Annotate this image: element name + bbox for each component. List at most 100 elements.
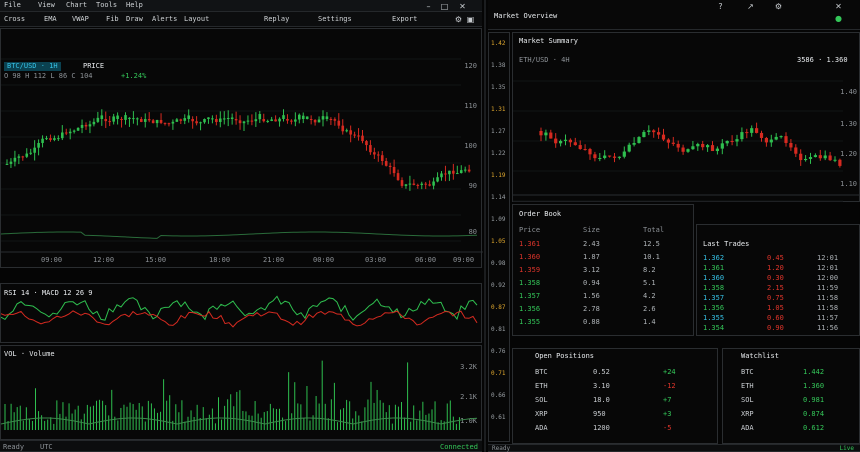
- candle-body: [313, 119, 317, 123]
- candle-body: [230, 117, 234, 119]
- table-cell[interactable]: 1.362: [703, 255, 724, 262]
- price-axis-label: 120: [464, 62, 477, 70]
- table-cell[interactable]: XRP: [535, 411, 548, 418]
- trades-panel: Last Trades 1.362 0.45 12:01 1.361 1.20 12:01…: [696, 224, 860, 336]
- table-cell: 18.0: [593, 396, 610, 404]
- candle-body: [828, 155, 832, 161]
- toolbar-fib[interactable]: Fib: [106, 16, 119, 23]
- close-icon[interactable]: ✕: [834, 2, 843, 11]
- table-cell[interactable]: 1.356: [519, 306, 540, 313]
- toolbar-ema[interactable]: EMA: [44, 16, 57, 23]
- candle-body: [706, 145, 710, 148]
- table-cell: 1.05: [767, 304, 784, 312]
- menu-item[interactable]: Tools: [96, 2, 117, 9]
- camera-icon[interactable]: ▣: [466, 15, 475, 24]
- candle-body: [657, 132, 661, 135]
- table-cell[interactable]: 1.360: [703, 275, 724, 282]
- candle-body: [404, 184, 408, 186]
- candle-body: [167, 123, 171, 125]
- expand-icon[interactable]: ↗: [746, 2, 755, 11]
- volume-chart[interactable]: [1, 346, 483, 441]
- indicator-chart[interactable]: [1, 284, 483, 344]
- table-cell: -12: [663, 382, 676, 390]
- settings-icon[interactable]: ⚙: [774, 2, 783, 11]
- table-cell[interactable]: BTC: [741, 369, 754, 376]
- candle-body: [72, 130, 76, 132]
- table-cell[interactable]: 1.356: [703, 305, 724, 312]
- table-cell[interactable]: 1.355: [519, 319, 540, 326]
- table-cell[interactable]: BTC: [535, 369, 548, 376]
- candle-body: [215, 119, 218, 122]
- summary-chart[interactable]: [513, 33, 860, 203]
- candle-body: [159, 119, 163, 123]
- summary-axis-label: 1.40: [840, 88, 857, 96]
- time-axis-label: 09:00: [41, 256, 63, 264]
- price-axis-label: 110: [464, 102, 477, 110]
- left-status-bar: Ready UTC Connected: [0, 440, 482, 452]
- side-value: 1.14: [491, 194, 506, 201]
- toolbar-export[interactable]: Export: [392, 16, 417, 23]
- pin-icon[interactable]: ●: [834, 14, 843, 23]
- table-cell[interactable]: ETH: [535, 383, 548, 390]
- table-cell[interactable]: 1.361: [703, 265, 724, 272]
- candle-body: [108, 121, 111, 123]
- table-cell: 8.2: [643, 266, 656, 274]
- menu-item[interactable]: Help: [126, 2, 143, 9]
- candle-body: [274, 119, 277, 122]
- toolbar-alerts[interactable]: Alerts: [152, 16, 177, 23]
- table-cell[interactable]: 1.357: [703, 295, 724, 302]
- candle-body: [384, 161, 388, 166]
- toolbar-replay[interactable]: Replay: [264, 16, 289, 23]
- table-cell[interactable]: 1.360: [519, 254, 540, 261]
- candle-body: [388, 165, 392, 167]
- window-divider[interactable]: [484, 0, 486, 452]
- toolbar-vwap[interactable]: VWAP: [72, 16, 89, 23]
- candle-body: [573, 142, 577, 146]
- table-cell[interactable]: SOL: [535, 397, 548, 404]
- toolbar-cross[interactable]: Cross: [4, 16, 25, 23]
- candle-body: [258, 114, 262, 120]
- minimize-icon[interactable]: –: [424, 2, 433, 11]
- candle-body: [132, 118, 135, 120]
- candle-body: [222, 118, 226, 120]
- indicator-line: [1, 310, 478, 328]
- table-cell[interactable]: 1.358: [703, 285, 724, 292]
- table-cell[interactable]: 1.359: [519, 267, 540, 274]
- toolbar-settings[interactable]: Settings: [318, 16, 352, 23]
- table-cell[interactable]: ADA: [535, 425, 548, 432]
- table-cell[interactable]: SOL: [741, 397, 754, 404]
- table-cell[interactable]: 1.354: [703, 325, 724, 332]
- table-cell[interactable]: 1.358: [519, 280, 540, 287]
- table-cell[interactable]: 1.361: [519, 241, 540, 248]
- order-book-col: Size: [583, 226, 600, 234]
- close-icon[interactable]: ✕: [458, 2, 467, 11]
- candle-body: [92, 121, 96, 125]
- order-book-col: Price: [519, 226, 541, 234]
- status-text: Ready: [3, 443, 25, 451]
- candle-body: [211, 118, 214, 120]
- toolbar-layout[interactable]: Layout: [184, 16, 209, 23]
- table-cell: 1.4: [643, 318, 656, 326]
- right-status-bar: Ready Live: [488, 444, 860, 452]
- candle-body: [408, 183, 412, 185]
- settings-icon[interactable]: ⚙: [454, 15, 463, 24]
- table-cell[interactable]: 1.355: [703, 315, 724, 322]
- toolbar-draw[interactable]: Draw: [126, 16, 143, 23]
- maximize-icon[interactable]: □: [440, 2, 449, 11]
- candle-body: [234, 119, 238, 121]
- table-cell[interactable]: ADA: [741, 425, 754, 432]
- candle-body: [290, 120, 293, 122]
- candle-body: [632, 142, 636, 145]
- candle-body: [652, 130, 656, 133]
- price-chart[interactable]: [1, 29, 483, 269]
- candle-body: [799, 153, 803, 161]
- table-cell[interactable]: XRP: [741, 411, 754, 418]
- menu-item[interactable]: View: [38, 2, 55, 9]
- table-cell[interactable]: 1.357: [519, 293, 540, 300]
- help-icon[interactable]: ?: [716, 2, 725, 11]
- table-cell[interactable]: ETH: [741, 383, 754, 390]
- menu-item[interactable]: Chart: [66, 2, 87, 9]
- table-cell: +24: [663, 368, 676, 376]
- menu-item[interactable]: File: [4, 2, 21, 9]
- candle-body: [813, 155, 817, 158]
